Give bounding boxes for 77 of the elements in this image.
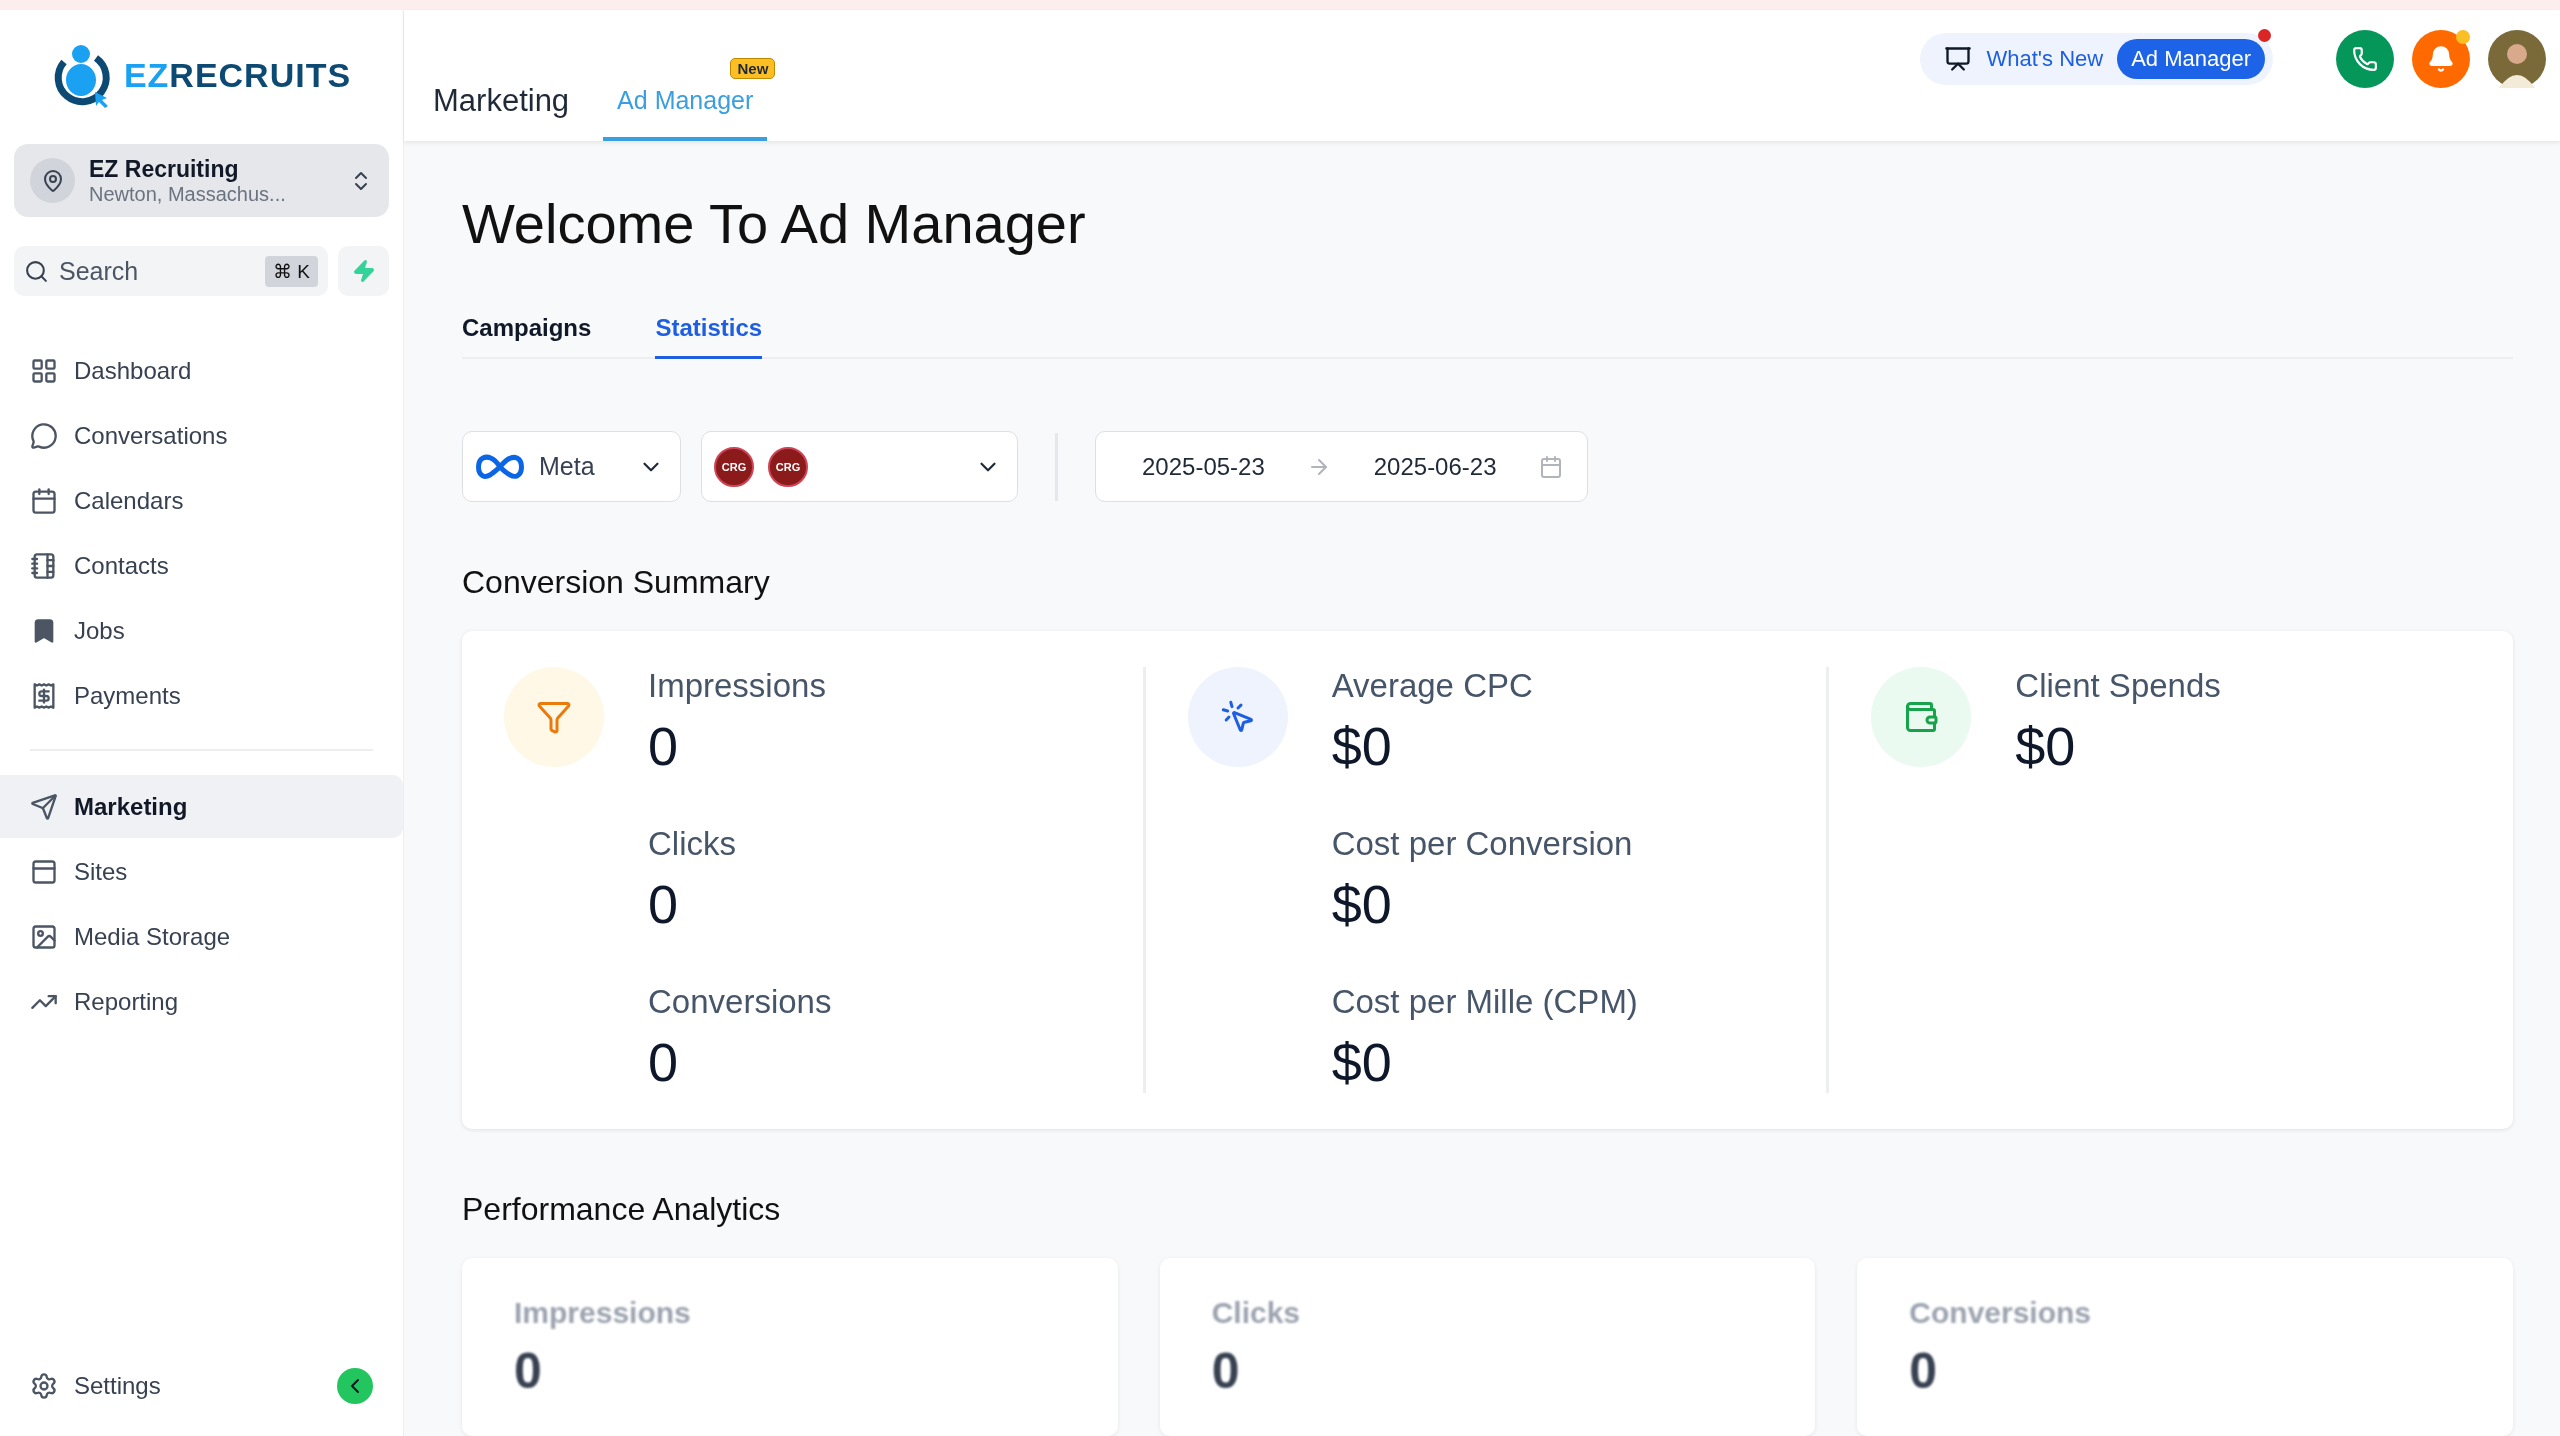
nav-item[interactable]: Payments (0, 664, 403, 727)
shortcut-key: ⌘ K (265, 255, 318, 287)
calendar-icon (30, 486, 58, 515)
card-label: Impressions (514, 1296, 692, 1330)
metric-label: Impressions (648, 667, 827, 705)
notifications-button[interactable] (2412, 30, 2470, 88)
tab[interactable]: Campaigns (462, 314, 592, 359)
cursor-click-icon (1219, 699, 1256, 735)
card-label: Conversions (1909, 1296, 2093, 1330)
metric-label: Conversions (648, 983, 832, 1021)
notification-dot (2258, 29, 2271, 42)
metric-value: $0 (1331, 873, 1393, 935)
avatar[interactable] (2488, 30, 2546, 88)
search-field[interactable]: Search ⌘ K (14, 246, 328, 296)
metric-label: Client Spends (2015, 667, 2221, 705)
page-title: Welcome To Ad Manager (462, 191, 1087, 256)
wallet-icon (1903, 699, 1940, 735)
metric-label: Average CPC (1331, 667, 1534, 705)
metric-label: Cost per Conversion (1331, 825, 1634, 863)
metric-value: 0 (648, 873, 680, 935)
phone-icon (2352, 46, 2378, 72)
contact-book-icon (30, 551, 58, 580)
card-value: 0 (1211, 1342, 1241, 1400)
image-icon (30, 922, 58, 951)
nav-item[interactable]: Conversations (0, 404, 403, 467)
platform-dropdown[interactable]: Meta (462, 431, 681, 502)
new-badge: New (730, 58, 776, 79)
nav-item[interactable]: Dashboard (0, 339, 403, 402)
search-icon (24, 258, 49, 284)
settings-link[interactable]: Settings (74, 1372, 161, 1400)
end-date: 2025-06-23 (1373, 452, 1497, 481)
metric-value: $0 (1331, 715, 1393, 777)
lightning-icon (351, 259, 376, 283)
nav-item[interactable]: Jobs (0, 599, 403, 662)
funnel-icon (536, 699, 572, 735)
account-dropdown[interactable]: CRG CRG (701, 431, 1018, 502)
whats-new-label: What's New (1986, 46, 2104, 72)
presentation-icon (1944, 45, 1973, 73)
nav-item[interactable]: Calendars (0, 469, 403, 532)
card-value: 0 (514, 1342, 543, 1400)
chat-icon (30, 421, 58, 450)
account-logo: CRG (768, 446, 808, 487)
calendar-icon (1539, 454, 1563, 479)
nav-item[interactable]: Contacts (0, 534, 403, 597)
metric-value: 0 (648, 1031, 680, 1093)
section-heading: Conversion Summary (462, 564, 771, 601)
tab[interactable]: Statistics (655, 314, 763, 359)
nav-item[interactable]: Reporting (0, 970, 403, 1033)
nav-item[interactable]: Media Storage (0, 905, 403, 968)
metric-label: Cost per Mille (CPM) (1331, 983, 1638, 1021)
nav-item[interactable]: Marketing (0, 775, 403, 838)
infinity-logo-icon (475, 453, 525, 480)
location-name: EZ Recruiting (89, 155, 240, 183)
metric-value: $0 (1331, 1031, 1393, 1093)
status-dot (2456, 30, 2470, 44)
location-switcher[interactable]: EZ Recruiting Newton, Massachus... (14, 144, 389, 217)
metric-value: $0 (2015, 715, 2077, 777)
section-heading: Performance Analytics (462, 1191, 782, 1228)
section-title: Marketing (433, 83, 570, 119)
card-value: 0 (1909, 1342, 1939, 1400)
nav-item[interactable]: Sites (0, 840, 403, 903)
location-address: Newton, Massachus... (89, 182, 287, 206)
settings-icon[interactable] (30, 1372, 58, 1400)
logo-text: EZRECRUITS (123, 55, 352, 95)
bell-icon (2427, 45, 2455, 73)
card-label: Clicks (1211, 1296, 1302, 1330)
collapse-button[interactable] (337, 1368, 373, 1404)
phone-button[interactable] (2336, 30, 2394, 88)
start-date: 2025-05-23 (1142, 452, 1265, 481)
ad-manager-tag: Ad Manager (2117, 39, 2265, 79)
date-range-picker[interactable]: 2025-05-23 2025-06-23 (1095, 431, 1588, 502)
grid-icon (30, 356, 58, 385)
metric-label: Clicks (648, 825, 737, 863)
browser-icon (30, 857, 58, 886)
account-logo: CRG (714, 446, 754, 487)
send-icon (30, 792, 58, 821)
metric-value: 0 (648, 715, 680, 777)
